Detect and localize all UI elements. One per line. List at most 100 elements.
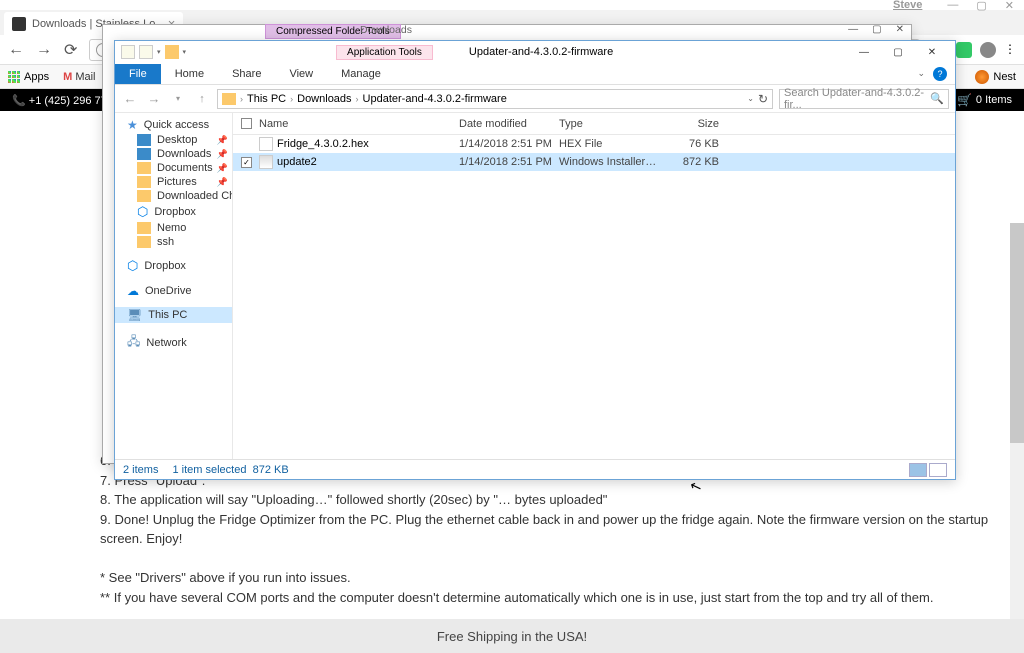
- file-row-hex[interactable]: Fridge_4.3.0.2.hex 1/14/2018 2:51 PM HEX…: [233, 135, 955, 153]
- sidebar-item-documents[interactable]: Documents📌: [115, 161, 232, 175]
- status-item-count: 2 items: [123, 464, 158, 476]
- nest-icon: [975, 70, 989, 84]
- ribbon-home-tab[interactable]: Home: [161, 64, 218, 84]
- column-date[interactable]: Date modified: [459, 118, 559, 130]
- explorer-minimize-button[interactable]: —: [847, 42, 881, 62]
- nav-up-button[interactable]: ↑: [193, 93, 211, 105]
- file-explorer-window: ▾ ▾ Application Tools Updater-and-4.3.0.…: [114, 40, 956, 480]
- ribbon-view-tab[interactable]: View: [275, 64, 327, 84]
- apps-bookmark[interactable]: Apps: [8, 71, 49, 83]
- bg-maximize-button[interactable]: ▢: [872, 24, 881, 35]
- sidebar-item-pictures[interactable]: Pictures📌: [115, 175, 232, 189]
- favicon-icon: [12, 17, 26, 31]
- page-scrollbar[interactable]: [1010, 223, 1024, 619]
- pin-icon: 📌: [217, 135, 228, 146]
- sidebar-item-dropbox-sub[interactable]: ⬡Dropbox: [115, 203, 232, 221]
- explorer-ribbon: File Home Share View Manage ⌄ ?: [115, 63, 955, 85]
- nav-forward-button[interactable]: →: [145, 91, 163, 106]
- dropbox-icon: ⬡: [127, 258, 138, 274]
- file-type: Windows Installer Pa...: [559, 156, 659, 168]
- cart-items-label[interactable]: 0 Items: [976, 94, 1012, 106]
- qat-dropdown2-icon[interactable]: ▾: [183, 48, 187, 56]
- chrome-user-label[interactable]: Steve: [893, 0, 922, 11]
- ribbon-file-tab[interactable]: File: [115, 64, 161, 84]
- qat-properties-icon[interactable]: [121, 45, 135, 59]
- folder-icon: [137, 222, 151, 234]
- sidebar-item-desktop[interactable]: Desktop📌: [115, 133, 232, 147]
- quick-access-toolbar: ▾ ▾: [121, 45, 186, 59]
- ribbon-manage-tab[interactable]: Manage: [327, 64, 395, 84]
- back-button[interactable]: ←: [8, 41, 24, 59]
- chrome-window-controls: — ▢ ✕: [947, 0, 1014, 12]
- sidebar-item-ssh[interactable]: ssh: [115, 235, 232, 249]
- extension-green-icon[interactable]: [956, 42, 972, 58]
- column-headers: Name Date modified Type Size: [233, 113, 955, 135]
- breadcrumb-current[interactable]: Updater-and-4.3.0.2-firmware: [363, 93, 507, 105]
- nav-back-button[interactable]: ←: [121, 91, 139, 106]
- explorer-sidebar: ★Quick access Desktop📌 Downloads📌 Docume…: [115, 113, 233, 459]
- refresh-button[interactable]: ↻: [758, 92, 768, 106]
- pc-icon: 🖥: [127, 308, 142, 322]
- breadcrumb-thispc[interactable]: This PC: [247, 93, 286, 105]
- pin-icon: 📌: [217, 163, 228, 174]
- column-size[interactable]: Size: [659, 118, 719, 130]
- folder-icon: [137, 236, 151, 248]
- footer-banner: Free Shipping in the USA!: [0, 619, 1024, 653]
- explorer-close-button[interactable]: ✕: [915, 42, 949, 62]
- view-details-button[interactable]: [909, 463, 927, 477]
- breadcrumb[interactable]: › This PC › Downloads › Updater-and-4.3.…: [217, 89, 773, 109]
- nav-recent-dropdown[interactable]: ▾: [169, 94, 187, 103]
- search-icon[interactable]: 🔍: [930, 92, 944, 105]
- chrome-close-button[interactable]: ✕: [1005, 0, 1014, 12]
- file-name: update2: [277, 156, 459, 168]
- sidebar-network[interactable]: 🖧Network: [115, 331, 232, 354]
- scrollbar-thumb[interactable]: [1010, 223, 1024, 443]
- breadcrumb-dropdown-icon[interactable]: ⌄: [747, 94, 754, 103]
- help-icon[interactable]: ?: [933, 67, 947, 81]
- ribbon-expand-icon[interactable]: ⌄: [917, 68, 925, 79]
- nest-bookmark[interactable]: Nest: [975, 70, 1016, 84]
- cart-icon[interactable]: 🛒: [957, 93, 972, 107]
- qat-newfolder-icon[interactable]: [139, 45, 153, 59]
- forward-button[interactable]: →: [36, 41, 52, 59]
- status-selected: 1 item selected: [172, 464, 246, 476]
- extension-avatar-icon[interactable]: [980, 42, 996, 58]
- bg-minimize-button[interactable]: —: [848, 24, 858, 35]
- sidebar-item-charts[interactable]: Downloaded Charts: [115, 189, 232, 203]
- gmail-bookmark[interactable]: M Mail: [63, 71, 95, 83]
- ribbon-share-tab[interactable]: Share: [218, 64, 275, 84]
- note-2: ** If you have several COM ports and the…: [100, 588, 994, 608]
- sidebar-quick-access[interactable]: ★Quick access: [115, 117, 232, 133]
- application-tools-tab[interactable]: Application Tools: [336, 45, 433, 60]
- sidebar-item-nemo[interactable]: Nemo: [115, 221, 232, 235]
- chrome-menu-icon[interactable]: ⋮: [1004, 42, 1016, 58]
- qat-folder-icon[interactable]: [165, 45, 179, 59]
- sidebar-dropbox[interactable]: ⬡Dropbox: [115, 257, 232, 275]
- explorer-search-input[interactable]: Search Updater-and-4.3.0.2-fir... 🔍: [779, 89, 949, 109]
- file-size: 76 KB: [659, 138, 719, 150]
- network-icon: 🖧: [127, 332, 140, 353]
- qat-dropdown-icon[interactable]: ▾: [157, 48, 161, 56]
- file-checkbox[interactable]: ✓: [241, 157, 252, 168]
- view-icons-button[interactable]: [929, 463, 947, 477]
- file-type: HEX File: [559, 138, 659, 150]
- header-checkbox[interactable]: [241, 118, 252, 129]
- chrome-minimize-button[interactable]: —: [947, 0, 958, 12]
- desktop-icon: [137, 134, 151, 146]
- reload-button[interactable]: ⟳: [64, 40, 77, 60]
- bg-close-button[interactable]: ✕: [896, 24, 904, 35]
- file-icon: [259, 137, 273, 151]
- explorer-maximize-button[interactable]: ▢: [881, 42, 915, 62]
- sidebar-this-pc[interactable]: 🖥This PC: [115, 307, 232, 323]
- breadcrumb-downloads[interactable]: Downloads: [297, 93, 351, 105]
- column-name[interactable]: Name: [259, 118, 459, 130]
- sidebar-item-downloads[interactable]: Downloads📌: [115, 147, 232, 161]
- sidebar-onedrive[interactable]: ☁OneDrive: [115, 283, 232, 299]
- explorer-titlebar[interactable]: ▾ ▾ Application Tools Updater-and-4.3.0.…: [115, 41, 955, 63]
- bg-window-controls: — ▢ ✕: [848, 24, 904, 35]
- column-type[interactable]: Type: [559, 118, 659, 130]
- chrome-maximize-button[interactable]: ▢: [976, 0, 986, 12]
- file-row-update2[interactable]: ✓ update2 1/14/2018 2:51 PM Windows Inst…: [233, 153, 955, 171]
- file-name: Fridge_4.3.0.2.hex: [277, 138, 459, 150]
- file-date: 1/14/2018 2:51 PM: [459, 138, 559, 150]
